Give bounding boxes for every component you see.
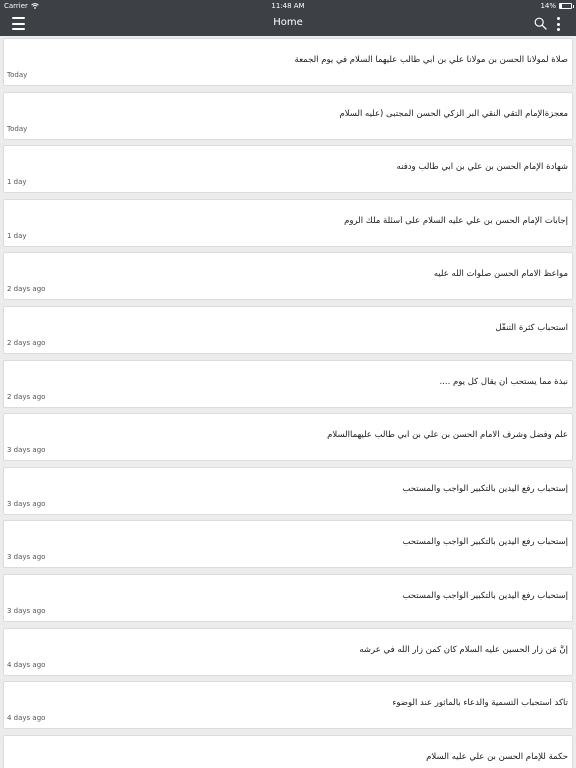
page-title: Home <box>273 17 303 28</box>
list-item-title: معجزةالإمام التقي النقي البر الزكي الحسن… <box>339 108 568 119</box>
list-item-title: إستحباب رفع اليدين بالتكبير الواجب والمس… <box>402 537 568 548</box>
list-item-title: شهادة الإمام الحسن بن علي بن ابي طالب ود… <box>396 162 568 173</box>
list-item-time: Today <box>7 71 28 79</box>
battery-icon <box>559 3 574 9</box>
list-item-title: إنَّ مَن زار الحسين عليه السلام كان كمن … <box>359 644 568 655</box>
list-item-title: تاكد استحباب التسمية والدعاء بالمأثور عن… <box>392 698 568 709</box>
search-icon[interactable] <box>534 17 547 30</box>
list-item[interactable]: علم وفضل وشرف الامام الحسن بن علي بن ابي… <box>3 413 573 462</box>
list-item-time: 3 days ago <box>7 553 46 562</box>
status-time: 11:48 AM <box>271 2 305 10</box>
list-item-time: 2 days ago <box>7 392 46 401</box>
list-item-time: 3 days ago <box>7 446 46 455</box>
battery-group: 14% <box>540 2 574 10</box>
list-item-time: Today <box>7 124 28 133</box>
list-item[interactable]: إستحباب رفع اليدين بالتكبير الواجب والمس… <box>3 466 573 515</box>
list-item-time: 2 days ago <box>7 339 46 347</box>
list-item[interactable]: شهادة الإمام الحسن بن علي بن ابي طالب ود… <box>3 145 573 194</box>
list-item[interactable]: إستحباب رفع اليدين بالتكبير الواجب والمس… <box>3 574 573 622</box>
battery-fill <box>560 4 562 8</box>
list-item[interactable]: حكمة للإمام الحسن بن علي عليه السلام <box>3 734 573 768</box>
list-item-title: استحباب كثرة التنفّل <box>495 323 568 333</box>
list-item-title: صلاة لمولانا الحسن بن مولانا علي بن ابي … <box>294 55 568 65</box>
battery-percent: 14% <box>540 2 556 10</box>
list-item[interactable]: تاكد استحباب التسمية والدعاء بالمأثور عن… <box>3 681 573 730</box>
list-item[interactable]: معجزةالإمام التقي النقي البر الزكي الحسن… <box>3 91 573 140</box>
list-item-title: مواعظ الامام الحسن صلوات الله عليه <box>433 269 568 280</box>
list-item-time: 2 days ago <box>7 285 46 294</box>
list-item[interactable]: إنَّ مَن زار الحسين عليه السلام كان كمن … <box>3 627 573 676</box>
list-item[interactable]: استحباب كثرة التنفّل 2 days ago <box>3 306 573 354</box>
navigation-bar: Home <box>0 12 576 36</box>
more-vertical-icon[interactable] <box>554 17 562 31</box>
status-bar: Carrier 11:48 AM 14% <box>0 0 576 12</box>
list-item-title: نبذة مما يستحب أن يقال كل يوم .... <box>439 376 568 387</box>
list-item-time: 3 days ago <box>7 607 46 615</box>
list-item-title: إستحباب رفع اليدين بالتكبير الواجب والمس… <box>402 483 568 494</box>
list-item-time: 3 days ago <box>7 499 46 508</box>
list-item[interactable]: نبذة مما يستحب أن يقال كل يوم .... 2 days… <box>3 359 573 408</box>
list-item-time: 1 day <box>7 231 27 240</box>
list-item-title: حكمة للإمام الحسن بن علي عليه السلام <box>426 751 568 762</box>
list-item-title: علم وفضل وشرف الامام الحسن بن علي بن ابي… <box>327 430 568 441</box>
list-item-title: إستحباب رفع اليدين بالتكبير الواجب والمس… <box>402 591 568 601</box>
list-item-title: إجابات الإمام الحسن بن علي عليه السلام ع… <box>344 215 568 226</box>
list-item[interactable]: إجابات الإمام الحسن بن علي عليه السلام ع… <box>3 198 573 247</box>
list-item-time: 1 day <box>7 178 27 187</box>
list-item[interactable]: صلاة لمولانا الحسن بن مولانا علي بن ابي … <box>3 38 573 86</box>
list-item-time: 4 days ago <box>7 714 46 723</box>
list-item-time: 4 days ago <box>7 660 46 669</box>
list-item[interactable]: إستحباب رفع اليدين بالتكبير الواجب والمس… <box>3 520 573 569</box>
list-item[interactable]: مواعظ الامام الحسن صلوات الله عليه 2 days… <box>3 252 573 301</box>
